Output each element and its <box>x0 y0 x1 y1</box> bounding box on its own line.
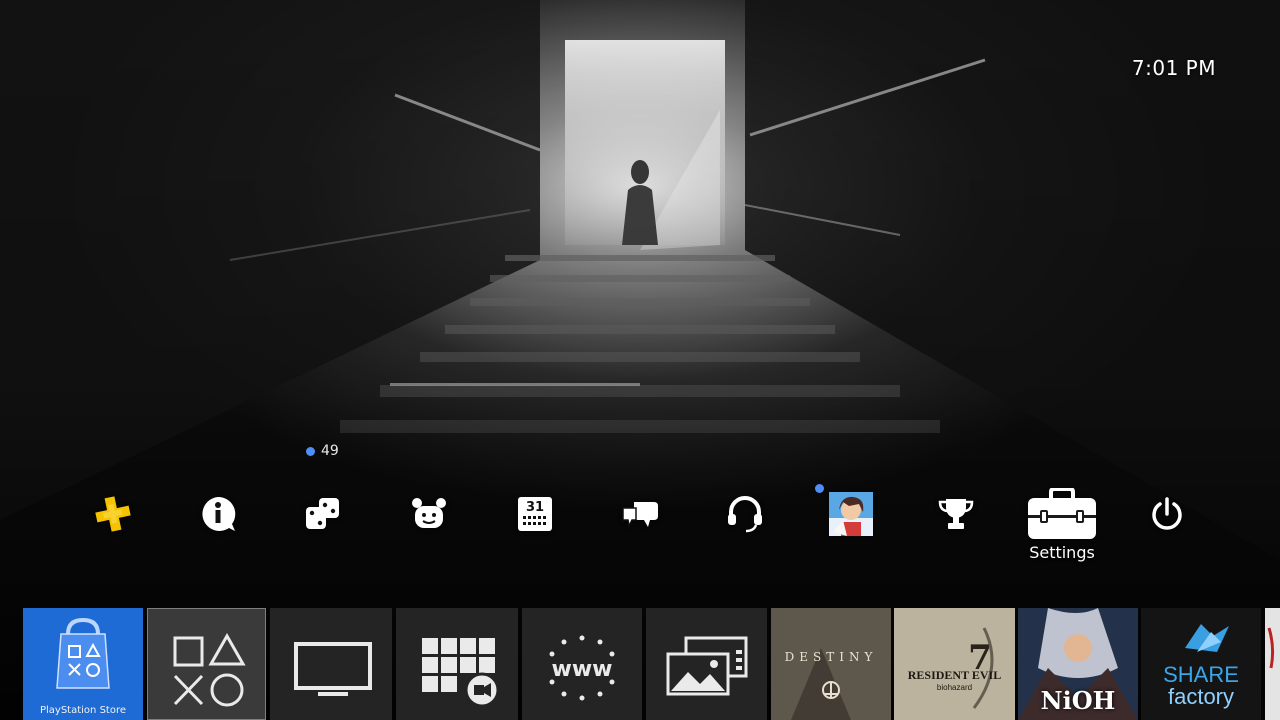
notification-badge: 49 <box>306 443 339 459</box>
tile-internet-browser[interactable]: www <box>522 608 642 720</box>
tile-nioh[interactable]: NiOH <box>1018 608 1138 720</box>
tile-destiny[interactable]: DESTINY <box>771 608 891 720</box>
tile-media-player[interactable] <box>396 608 518 720</box>
friends-icon[interactable] <box>397 482 461 546</box>
settings-icon[interactable] <box>1022 482 1102 546</box>
nioh-title: NiOH <box>1040 686 1116 715</box>
browser-glyph: www <box>552 657 613 682</box>
power-icon[interactable] <box>1135 482 1199 546</box>
events-icon[interactable]: 31 <box>503 482 567 546</box>
tile-share-factory[interactable]: SHARE factory <box>1141 608 1261 720</box>
tile-capture-gallery[interactable] <box>646 608 767 720</box>
clock-time: 7:01 PM <box>1131 56 1216 80</box>
destiny-title: DESTINY <box>784 650 878 664</box>
content-area: PlayStation Store www DESTINY 7 RESIDENT… <box>0 608 1280 720</box>
whats-new-icon[interactable] <box>186 482 250 546</box>
tile-caption-store: PlayStation Store <box>39 705 126 716</box>
resident-evil-title: RESIDENT EVIL <box>907 668 1002 682</box>
tile-playstation-store[interactable]: PlayStation Store <box>23 608 143 720</box>
selected-item-label: Settings <box>1029 543 1095 562</box>
messages-icon[interactable] <box>608 482 672 546</box>
tile-next-partial[interactable] <box>1265 608 1280 720</box>
party-icon[interactable] <box>713 482 777 546</box>
profile-avatar[interactable] <box>819 482 883 546</box>
tile-tv-video[interactable] <box>270 608 392 720</box>
trophies-icon[interactable] <box>924 482 988 546</box>
resident-evil-subtitle: biohazard <box>936 683 973 692</box>
playstation-plus-icon[interactable] <box>81 482 145 546</box>
function-bar: 49 31 Settings <box>0 440 1280 570</box>
tile-library[interactable] <box>147 608 266 720</box>
new-notification-dot <box>306 446 315 456</box>
events-day: 31 <box>526 500 544 515</box>
tile-resident-evil[interactable]: 7 RESIDENT EVIL biohazard <box>894 608 1015 720</box>
notifications-icon[interactable] <box>291 482 355 546</box>
notification-count: 49 <box>321 443 339 459</box>
share-factory-title-bottom: factory <box>1167 684 1235 709</box>
